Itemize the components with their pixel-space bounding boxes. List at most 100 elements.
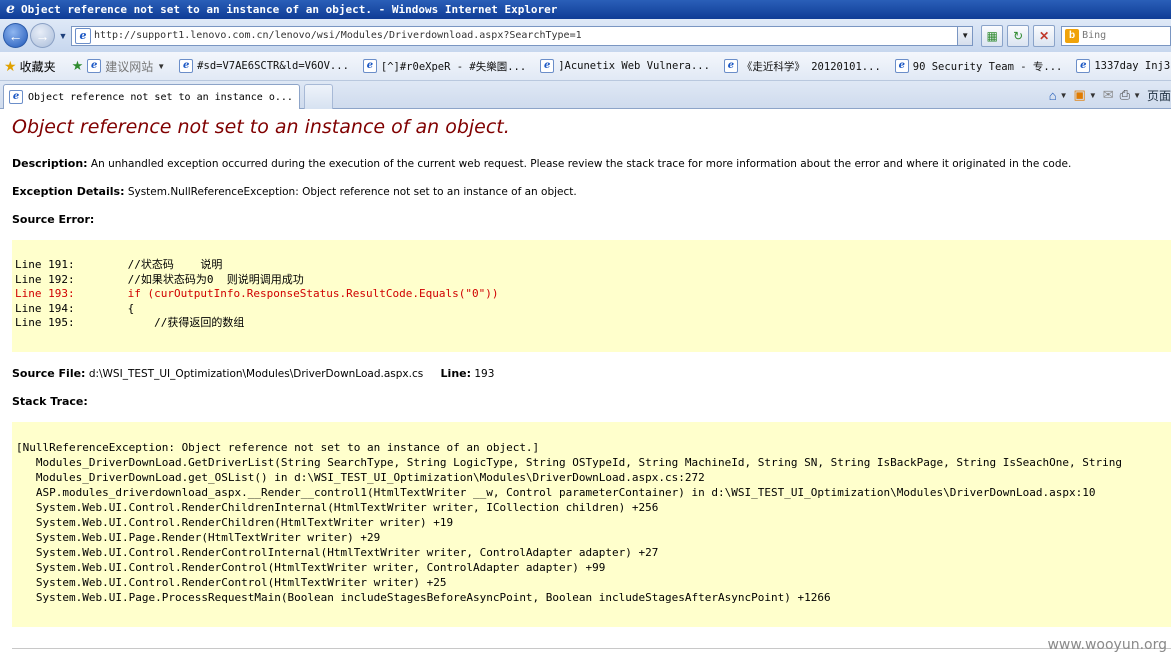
source-file-row: Source File: d:\WSI_TEST_UI_Optimization…	[12, 367, 494, 380]
print-button[interactable]: ⎙ ▼	[1120, 87, 1141, 103]
source-line: Line 191: //状态码 说明	[15, 258, 223, 271]
home-icon: ⌂	[1048, 87, 1057, 103]
page-favicon-icon: e	[179, 59, 194, 73]
stack-line: Modules_DriverDownLoad.GetDriverList(Str…	[16, 456, 1122, 469]
favorite-item[interactable]: e 1337day Inj3ct	[1076, 59, 1171, 73]
chevron-down-icon: ▼	[58, 30, 68, 41]
bottom-divider	[12, 648, 1171, 649]
favorites-label: 收藏夹	[19, 59, 56, 74]
favorite-label: [^]#r0eXpeR - #失樂園...	[380, 60, 527, 73]
stack-line: System.Web.UI.Control.RenderControl(Html…	[16, 561, 606, 574]
chevron-down-icon: ▼	[1088, 90, 1097, 100]
address-toolbar: ← → ▼ e http://support1.lenovo.com.cn/le…	[0, 19, 1171, 52]
chevron-down-icon: ▼	[1059, 90, 1068, 100]
read-mail-button[interactable]: ✉	[1103, 87, 1114, 103]
command-bar: ⌂ ▼ ▣ ▼ ✉ ⎙ ▼ 页面	[1043, 85, 1171, 105]
compatibility-view-button[interactable]: ▦	[981, 24, 1004, 47]
favorite-item[interactable]: e #sd=V7AE6SCTR&ld=V6OV...	[179, 59, 349, 73]
description-row: Description: An unhandled exception occu…	[12, 157, 1071, 170]
add-to-favorites-bar-icon[interactable]: ★	[72, 58, 84, 74]
stack-line: [NullReferenceException: Object referenc…	[16, 441, 540, 454]
page-menu-button[interactable]: 页面	[1147, 87, 1171, 104]
favorite-label: 90 Security Team - 专...	[912, 60, 1063, 73]
star-icon: ★	[4, 57, 17, 74]
home-button[interactable]: ⌂ ▼	[1049, 88, 1068, 103]
favorite-item[interactable]: e 90 Security Team - 专...	[894, 59, 1063, 74]
favorite-label: ]Acunetix Web Vulnera...	[558, 60, 710, 72]
tab-bar: e Object reference not set to an instanc…	[0, 81, 1171, 109]
stack-trace-label: Stack Trace:	[12, 395, 88, 408]
page-favicon-icon: e	[894, 59, 909, 73]
source-line-highlighted: Line 193: if (curOutputInfo.ResponseStat…	[15, 287, 499, 300]
stack-line: System.Web.UI.Control.RenderChildren(Htm…	[16, 516, 454, 529]
line-number: 193	[474, 368, 495, 380]
source-error-label: Source Error:	[12, 213, 95, 226]
stack-trace: [NullReferenceException: Object referenc…	[12, 422, 1171, 605]
page-favicon-icon: e	[74, 27, 91, 44]
stack-line: System.Web.UI.Control.RenderControl(Html…	[16, 576, 447, 589]
watermark: www.wooyun.org	[1047, 637, 1167, 653]
page-favicon-icon: e	[540, 59, 555, 73]
address-bar[interactable]: e http://support1.lenovo.com.cn/lenovo/w…	[70, 25, 974, 46]
refresh-button[interactable]: ↻	[1007, 24, 1030, 47]
chevron-down-icon: ▼	[1133, 90, 1141, 100]
stack-line: ASP.modules_driverdownload_aspx.__Render…	[16, 486, 1096, 499]
page-favicon-icon: e	[1076, 59, 1091, 73]
compatibility-icon: ▦	[986, 28, 998, 43]
feeds-button[interactable]: ▣ ▼	[1074, 87, 1097, 103]
source-line: Line 194: {	[15, 301, 135, 315]
suggested-sites-icon: e	[87, 59, 102, 73]
stack-trace-box: [NullReferenceException: Object referenc…	[12, 422, 1171, 627]
address-dropdown-button[interactable]: ▼	[957, 26, 973, 45]
favorite-label: #sd=V7AE6SCTR&ld=V6OV...	[197, 60, 349, 72]
page-content[interactable]: Object reference not set to an instance …	[0, 110, 1171, 656]
search-input[interactable]: b Bing	[1061, 25, 1171, 46]
line-label: Line:	[440, 367, 472, 380]
source-line: Line 192: //如果状态码为0 则说明调用成功	[15, 272, 304, 286]
chevron-down-icon: ▼	[157, 61, 166, 71]
ie-logo-icon: e	[6, 1, 15, 17]
description-text: An unhandled exception occurred during t…	[90, 158, 1072, 170]
favorite-label: 建议网站	[105, 59, 154, 74]
favorite-item[interactable]: e ]Acunetix Web Vulnera...	[540, 59, 710, 73]
favorite-suggested-sites[interactable]: e 建议网站 ▼	[87, 58, 165, 75]
description-label: Description:	[12, 157, 88, 170]
favorite-item[interactable]: e 《走近科学》 20120101...	[723, 59, 881, 74]
back-arrow-icon: ←	[8, 27, 23, 44]
source-file-path: d:\WSI_TEST_UI_Optimization\Modules\Driv…	[88, 368, 424, 380]
stack-trace-row: Stack Trace:	[12, 395, 88, 408]
source-line: Line 195: //获得返回的数组	[15, 316, 245, 329]
forward-arrow-icon: →	[35, 27, 50, 44]
page-menu-label: 页面	[1146, 88, 1171, 103]
refresh-icon: ↻	[1013, 28, 1024, 43]
source-code-box: Line 191: //状态码 说明 Line 192: //如果状态码为0 则说…	[12, 240, 1171, 352]
bing-logo-icon: b	[1065, 28, 1080, 43]
favorites-bar: ★ 收藏夹 ★ e 建议网站 ▼ e #sd=V7AE6SCTR&ld=V6OV…	[0, 52, 1171, 81]
url-input[interactable]: http://support1.lenovo.com.cn/lenovo/wsi…	[94, 30, 957, 41]
recent-pages-dropdown[interactable]: ▼	[57, 31, 69, 41]
stack-line: System.Web.UI.Control.RenderChildrenInte…	[16, 501, 659, 514]
mail-icon: ✉	[1102, 87, 1114, 102]
rss-icon: ▣	[1073, 87, 1086, 102]
stack-line: System.Web.UI.Page.Render(HtmlTextWriter…	[16, 531, 381, 544]
printer-icon: ⎙	[1119, 87, 1131, 102]
source-error-row: Source Error:	[12, 213, 94, 226]
exception-details-row: Exception Details: System.NullReferenceE…	[12, 185, 577, 198]
stop-button[interactable]: ✕	[1033, 24, 1056, 47]
new-tab-button[interactable]	[304, 84, 333, 109]
window-title: Object reference not set to an instance …	[21, 3, 558, 16]
source-file-label: Source File:	[12, 367, 86, 380]
exception-details-label: Exception Details:	[12, 185, 125, 198]
back-button[interactable]: ←	[3, 23, 28, 48]
favorite-item[interactable]: e [^]#r0eXpeR - #失樂園...	[362, 59, 527, 74]
tab-title: Object reference not set to an instance …	[28, 91, 293, 103]
page-favicon-icon: e	[723, 59, 738, 73]
close-icon: ✕	[1039, 28, 1050, 43]
favorites-button[interactable]: ★ 收藏夹	[4, 58, 56, 75]
tab-active[interactable]: e Object reference not set to an instanc…	[3, 84, 300, 109]
favorite-label: 《走近科学》 20120101...	[741, 60, 881, 73]
stack-line: System.Web.UI.Control.RenderControlInter…	[16, 546, 659, 559]
error-title: Object reference not set to an instance …	[12, 116, 510, 138]
forward-button[interactable]: →	[29, 23, 55, 48]
window-title-bar[interactable]: e Object reference not set to an instanc…	[0, 0, 1171, 19]
